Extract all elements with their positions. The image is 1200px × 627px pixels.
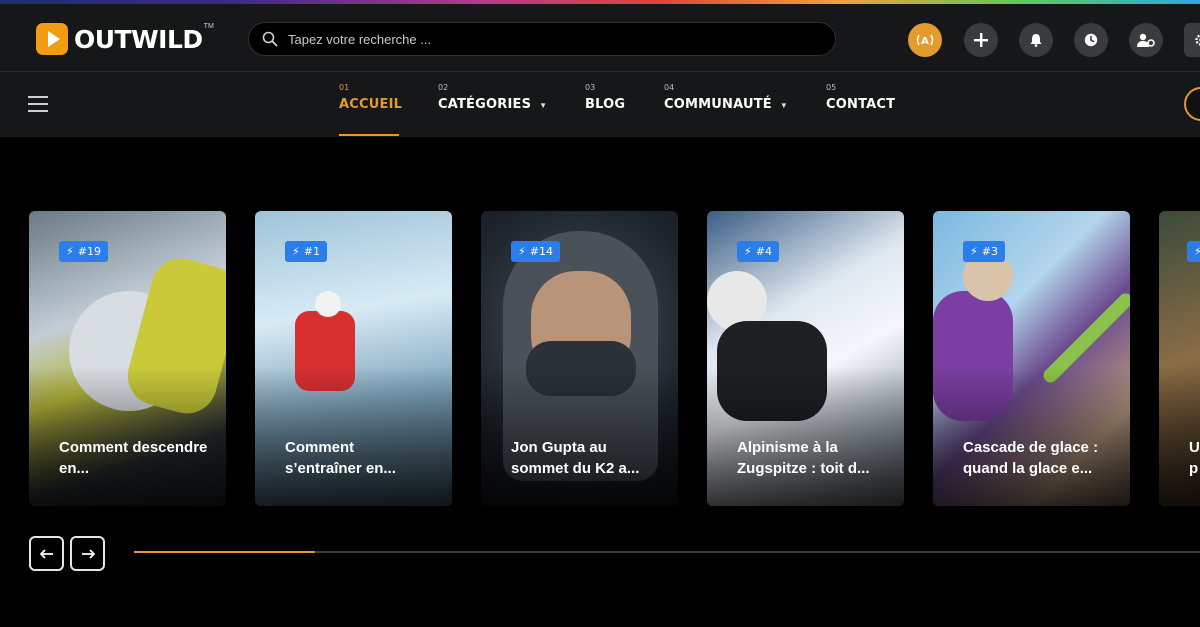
- nav-number: 05: [826, 83, 837, 92]
- nav-number: 01: [339, 83, 350, 92]
- article-card[interactable]: ⚡ #4 Alpinisme à la Zugspitze : toit d...: [707, 211, 904, 506]
- lightning-icon: ⚡: [292, 245, 300, 258]
- nav-item-blog[interactable]: 03 BLOG: [585, 83, 625, 113]
- article-card[interactable]: ⚡ #19 Comment descendre en...: [29, 211, 226, 506]
- notifications-button[interactable]: [1019, 23, 1053, 57]
- article-title: Alpinisme à la Zugspitze : toit d...: [737, 439, 870, 477]
- clock-icon: [1084, 33, 1098, 47]
- top-header: OUTWILD TM A: [0, 4, 1200, 72]
- history-button[interactable]: [1074, 23, 1108, 57]
- arrow-right-icon: [81, 548, 95, 559]
- article-title: Cascade de glace : quand la glace e...: [963, 439, 1099, 477]
- slider-progress-fill: [134, 551, 316, 553]
- lightning-icon: ⚡: [744, 245, 752, 258]
- card-shade: [1159, 366, 1200, 506]
- nav-label: BLOG: [585, 97, 626, 112]
- live-radio-button[interactable]: A: [908, 23, 942, 57]
- rank-number: #3: [981, 245, 998, 258]
- nav-item-categories[interactable]: 02 CATÉGORIES ▼: [438, 83, 547, 113]
- article-title: U p: [1189, 439, 1200, 477]
- nav-label: ACCUEIL: [339, 97, 403, 112]
- search-bar[interactable]: [248, 22, 836, 56]
- lightning-icon: ⚡: [970, 245, 978, 258]
- add-button[interactable]: [964, 23, 998, 57]
- article-card[interactable]: ⚡ #1 Comment s’entraîner en...: [255, 211, 452, 506]
- next-slide-button[interactable]: [70, 536, 105, 571]
- active-nav-underline: [339, 134, 399, 136]
- previous-slide-button[interactable]: [29, 536, 64, 571]
- svg-text:A: A: [921, 36, 929, 47]
- lightning-icon: ⚡: [518, 245, 526, 258]
- rank-badge: ⚡ #4: [737, 241, 779, 262]
- broadcast-icon: A: [916, 34, 934, 47]
- card-shade: [707, 366, 904, 506]
- trademark-mark: TM: [203, 23, 214, 30]
- caret-down-icon: ▼: [539, 101, 548, 110]
- article-title: Comment descendre en...: [59, 439, 208, 477]
- article-card[interactable]: ⚡ #3 Cascade de glace : quand la glace e.…: [933, 211, 1130, 506]
- rank-number: #14: [529, 245, 553, 258]
- nav-number: 04: [664, 83, 675, 92]
- article-title: Comment s’entraîner en...: [285, 439, 396, 477]
- search-icon: [262, 31, 278, 47]
- hamburger-menu-icon[interactable]: [28, 96, 48, 112]
- article-card[interactable]: ⚡ U p: [1159, 211, 1200, 506]
- nav-number: 03: [585, 83, 596, 92]
- lightning-icon: ⚡: [1194, 245, 1200, 258]
- helmet-shape: [315, 291, 341, 317]
- gear-icon: [1195, 34, 1200, 46]
- arrow-left-icon: [39, 548, 53, 559]
- nav-label: COMMUNAUTÉ: [664, 97, 772, 112]
- search-input[interactable]: [288, 31, 808, 47]
- nav-number: 02: [438, 83, 449, 92]
- logo-text: OUTWILD: [74, 24, 203, 54]
- rank-badge: ⚡ #1: [285, 241, 327, 262]
- rank-badge: ⚡ #14: [511, 241, 560, 262]
- user-settings-icon: [1137, 33, 1155, 47]
- nav-item-accueil[interactable]: 01 ACCUEIL: [339, 83, 402, 113]
- nav-label: CONTACT: [826, 97, 896, 112]
- plus-icon: [974, 33, 988, 47]
- account-button[interactable]: [1129, 23, 1163, 57]
- nav-label: CATÉGORIES: [438, 97, 532, 112]
- card-shade: [481, 366, 678, 506]
- rank-number: #4: [755, 245, 772, 258]
- play-logo-icon: [36, 23, 68, 55]
- rank-badge: ⚡ #19: [59, 241, 108, 262]
- rank-number: #19: [77, 245, 101, 258]
- card-shade: [933, 366, 1130, 506]
- card-shade: [29, 366, 226, 506]
- main-navigation: 01 ACCUEIL 02 CATÉGORIES ▼ 03 BLOG 04 COM…: [0, 72, 1200, 137]
- rank-badge: ⚡ #3: [963, 241, 1005, 262]
- outwild-logo[interactable]: OUTWILD TM: [36, 23, 214, 55]
- settings-button[interactable]: [1184, 23, 1200, 57]
- article-title: Jon Gupta au sommet du K2 a...: [511, 439, 640, 477]
- slider-progress-track: [134, 551, 1200, 553]
- nav-item-communaute[interactable]: 04 COMMUNAUTÉ ▼: [664, 83, 788, 113]
- article-card[interactable]: ⚡ #14 Jon Gupta au sommet du K2 a...: [481, 211, 678, 506]
- rank-badge: ⚡: [1187, 241, 1200, 262]
- nav-item-contact[interactable]: 05 CONTACT: [826, 83, 895, 113]
- caret-down-icon: ▼: [779, 101, 788, 110]
- rank-number: #1: [303, 245, 320, 258]
- bell-icon: [1030, 34, 1042, 47]
- card-shade: [255, 366, 452, 506]
- lightning-icon: ⚡: [66, 245, 74, 258]
